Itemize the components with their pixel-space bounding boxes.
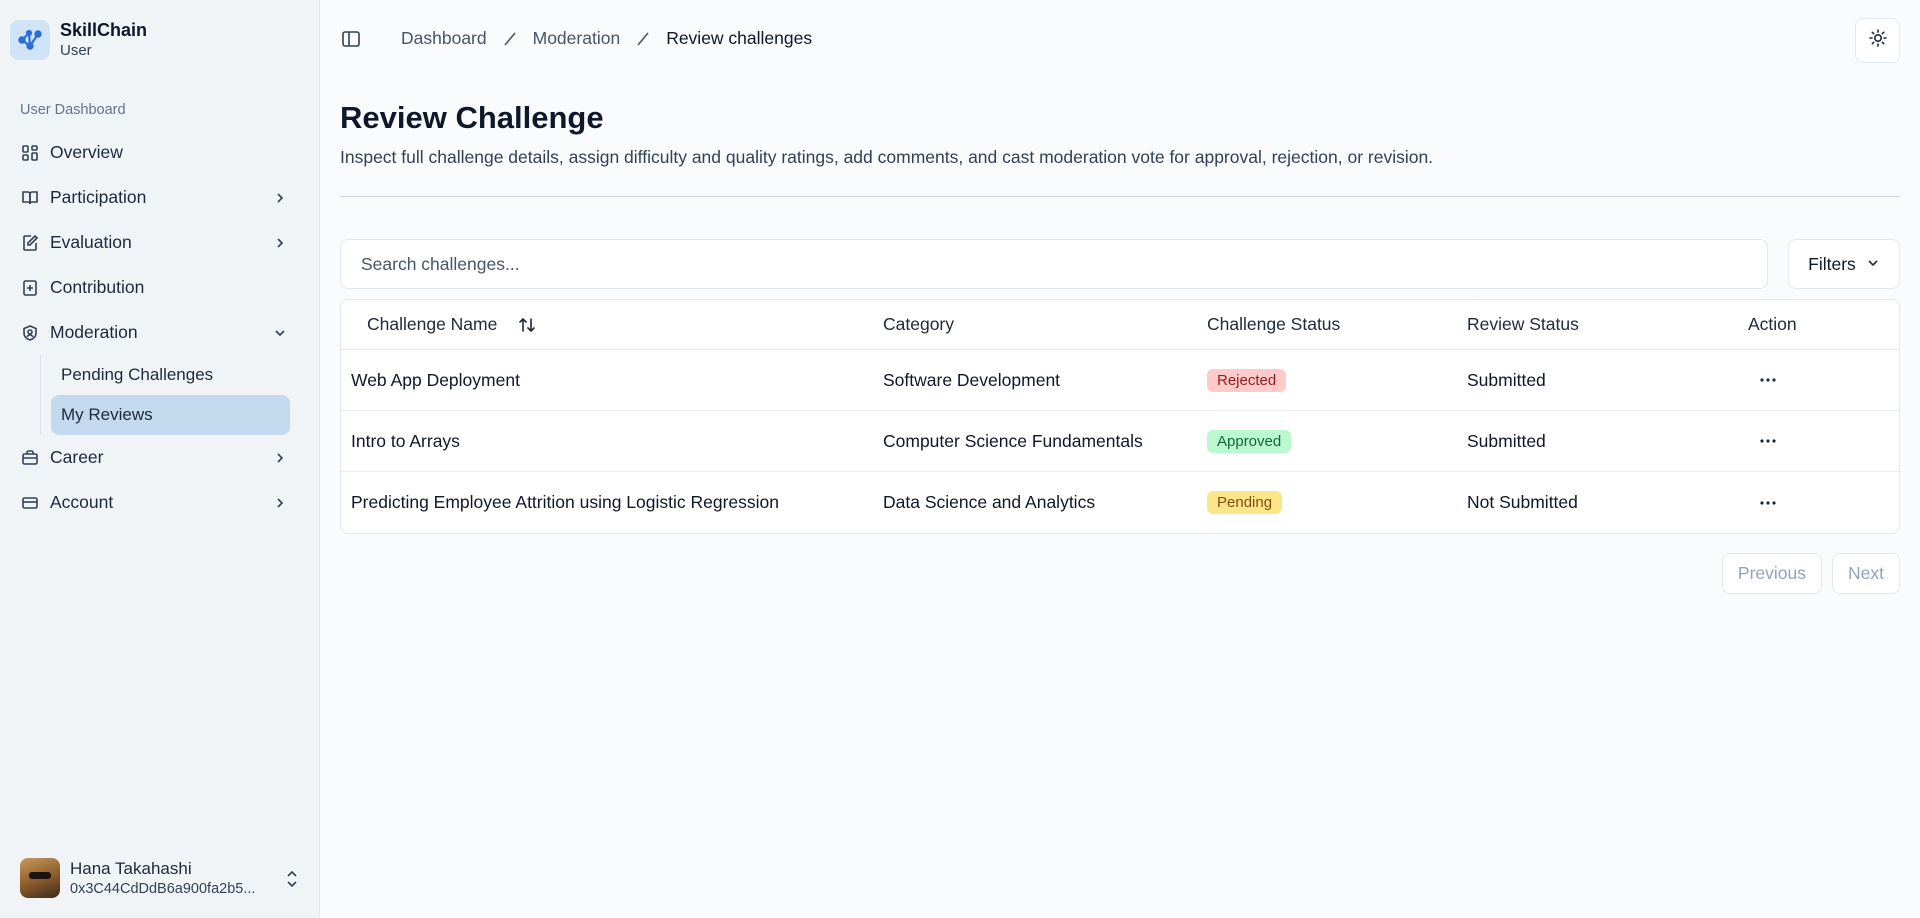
shield-icon — [20, 323, 40, 343]
divider — [340, 196, 1900, 197]
book-icon — [20, 188, 40, 208]
theme-toggle-button[interactable] — [1855, 18, 1900, 63]
cell-category: Software Development — [883, 369, 1061, 390]
cell-challenge-name: Intro to Arrays — [351, 430, 460, 451]
sidebar-item-label: Evaluation — [50, 232, 132, 252]
cell-category: Computer Science Fundamentals — [883, 430, 1143, 451]
edit-icon — [20, 233, 40, 253]
sun-icon — [1868, 28, 1888, 53]
chevron-right-icon — [272, 450, 288, 466]
sidebar: SkillChain User User Dashboard Overview … — [0, 0, 320, 918]
status-badge: Rejected — [1207, 368, 1287, 392]
table-row[interactable]: Predicting Employee Attrition using Logi… — [341, 472, 1899, 533]
breadcrumb-dashboard[interactable]: Dashboard — [401, 28, 487, 49]
chevrons-up-down-icon — [284, 870, 300, 888]
sidebar-item-label: Overview — [50, 142, 123, 162]
main-content: Dashboard Moderation Review challenges R… — [321, 0, 1920, 918]
sidebar-item-label: Participation — [50, 187, 147, 207]
user-wallet-address: 0x3C44CdDdB6a900fa2b5... — [70, 880, 256, 897]
previous-button[interactable]: Previous — [1721, 553, 1823, 594]
breadcrumb-moderation[interactable]: Moderation — [533, 28, 621, 49]
column-header-category: Category — [883, 314, 955, 334]
sidebar-nav: Overview Participation Evaluation Contri… — [10, 130, 300, 525]
table-row[interactable]: Web App Deployment Software Development … — [341, 350, 1899, 411]
chevron-down-icon — [272, 325, 288, 341]
sidebar-subitem-pending-challenges[interactable]: Pending Challenges — [51, 355, 290, 395]
moderation-submenu: Pending Challenges My Reviews — [40, 355, 290, 435]
sidebar-item-label: Contribution — [50, 277, 145, 297]
more-actions-icon[interactable] — [1748, 488, 1788, 518]
user-name: Hana Takahashi — [70, 859, 192, 879]
plus-square-icon — [20, 278, 40, 298]
sidebar-item-moderation[interactable]: Moderation — [10, 310, 300, 355]
more-actions-icon[interactable] — [1748, 426, 1788, 456]
avatar — [20, 858, 60, 898]
user-menu[interactable]: Hana Takahashi 0x3C44CdDdB6a900fa2b5... — [20, 858, 300, 898]
sidebar-item-evaluation[interactable]: Evaluation — [10, 220, 300, 265]
grid-icon — [20, 143, 40, 163]
challenges-table: Challenge Name Category Challenge Status… — [340, 299, 1900, 534]
chevron-right-icon — [272, 190, 288, 206]
briefcase-icon — [20, 448, 40, 468]
pagination: Previous Next — [1721, 553, 1900, 594]
column-header-challenge-status: Challenge Status — [1207, 314, 1341, 334]
sidebar-group-label: User Dashboard — [20, 102, 126, 118]
status-badge: Approved — [1207, 429, 1292, 453]
next-button[interactable]: Next — [1832, 553, 1900, 594]
sidebar-item-overview[interactable]: Overview — [10, 130, 300, 175]
sidebar-item-label: Career — [50, 447, 104, 467]
chevron-right-icon — [272, 495, 288, 511]
sidebar-subitem-my-reviews[interactable]: My Reviews — [51, 395, 290, 435]
column-header-challenge-name[interactable]: Challenge Name — [341, 314, 882, 335]
status-badge: Pending — [1207, 491, 1283, 514]
app-role: User — [60, 41, 92, 59]
table-row[interactable]: Intro to Arrays Computer Science Fundame… — [341, 411, 1899, 472]
breadcrumb-current: Review challenges — [666, 28, 813, 48]
page-header: Review Challenge Inspect full challenge … — [340, 100, 1433, 168]
sidebar-item-contribution[interactable]: Contribution — [10, 265, 300, 310]
chevron-down-icon — [1866, 254, 1880, 275]
column-header-review-status: Review Status — [1467, 314, 1579, 334]
cell-challenge-name: Web App Deployment — [351, 369, 520, 390]
slash-icon — [634, 30, 652, 48]
search-input[interactable] — [340, 239, 1768, 289]
chevron-right-icon — [272, 235, 288, 251]
cell-category: Data Science and Analytics — [883, 492, 1096, 512]
sidebar-item-participation[interactable]: Participation — [10, 175, 300, 220]
sidebar-item-label: Account — [50, 492, 114, 512]
topbar: Dashboard Moderation Review challenges — [321, 0, 1920, 80]
skillchain-logo-icon — [10, 20, 50, 60]
sidebar-toggle-icon[interactable] — [341, 29, 363, 51]
sidebar-item-career[interactable]: Career — [10, 435, 300, 480]
cell-challenge-name: Predicting Employee Attrition using Logi… — [351, 492, 779, 512]
card-icon — [20, 493, 40, 513]
more-actions-icon[interactable] — [1748, 365, 1788, 395]
brand[interactable]: SkillChain User — [10, 20, 147, 60]
page-title: Review Challenge — [340, 100, 604, 135]
sidebar-item-account[interactable]: Account — [10, 480, 300, 525]
breadcrumb: Dashboard Moderation Review challenges — [401, 28, 812, 49]
slash-icon — [501, 30, 519, 48]
column-header-action: Action — [1748, 314, 1797, 334]
table-header: Challenge Name Category Challenge Status… — [341, 300, 1899, 350]
cell-review-status: Submitted — [1467, 430, 1546, 451]
header-label: Challenge Name — [367, 314, 498, 334]
sort-icon[interactable] — [517, 315, 537, 335]
page-description: Inspect full challenge details, assign d… — [340, 147, 1434, 167]
app-name: SkillChain — [60, 20, 148, 41]
cell-review-status: Not Submitted — [1467, 492, 1578, 512]
filters-label: Filters — [1808, 253, 1856, 274]
filters-button[interactable]: Filters — [1788, 239, 1900, 289]
cell-review-status: Submitted — [1467, 369, 1546, 390]
sidebar-item-label: Moderation — [50, 322, 138, 342]
